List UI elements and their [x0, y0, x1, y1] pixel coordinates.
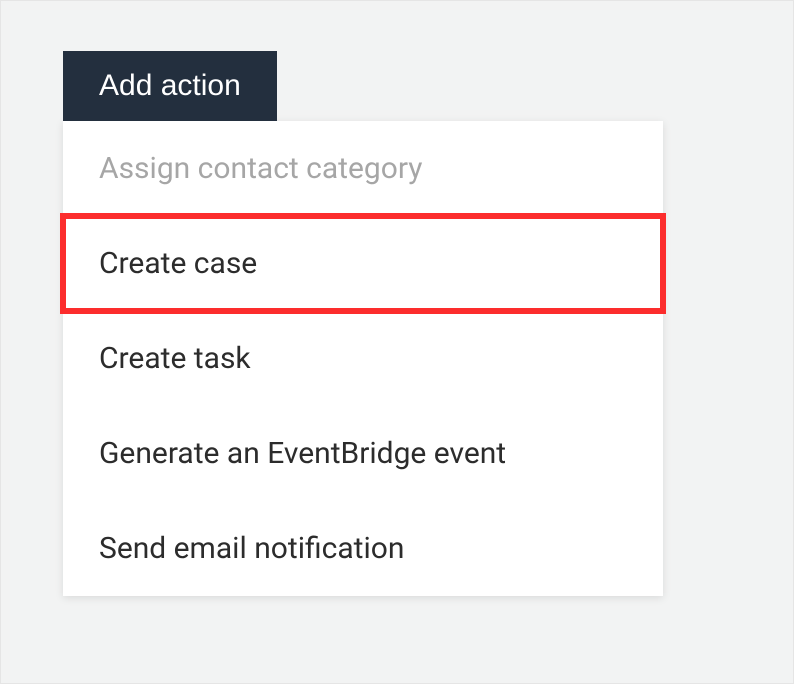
menu-item-assign-contact-category: Assign contact category [63, 121, 663, 216]
menu-item-label: Create task [99, 341, 251, 376]
add-action-label: Add action [99, 69, 241, 102]
menu-item-generate-eventbridge-event[interactable]: Generate an EventBridge event [63, 406, 663, 501]
menu-item-create-case[interactable]: Create case [63, 216, 663, 311]
menu-item-label: Assign contact category [99, 151, 422, 186]
menu-item-label: Generate an EventBridge event [99, 436, 506, 471]
menu-item-label: Create case [99, 246, 257, 281]
dropdown-container: Add action Assign contact category Creat… [63, 51, 663, 596]
menu-item-label: Send email notification [99, 531, 404, 566]
menu-item-create-task[interactable]: Create task [63, 311, 663, 406]
dropdown-menu: Assign contact category Create case Crea… [63, 121, 663, 596]
menu-item-send-email-notification[interactable]: Send email notification [63, 501, 663, 596]
add-action-button[interactable]: Add action [63, 51, 277, 121]
